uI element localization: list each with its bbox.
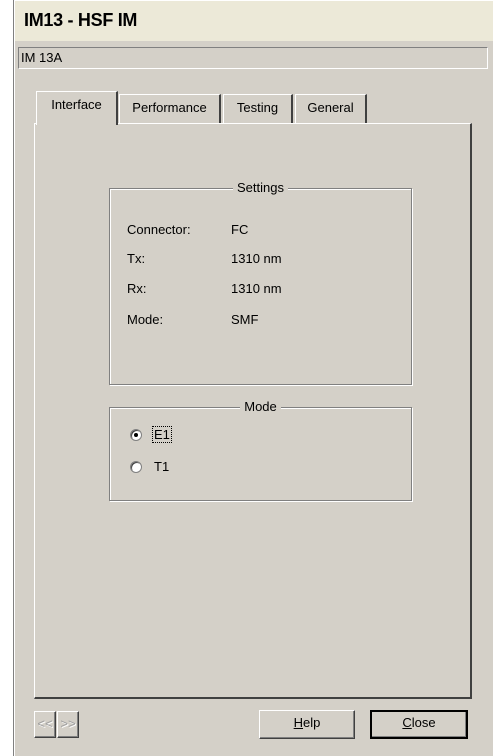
tab-testing[interactable]: Testing <box>223 94 293 123</box>
radio-selected-dot <box>134 433 138 437</box>
radio-e1[interactable]: E1 <box>130 426 190 446</box>
tab-interface[interactable]: Interface <box>36 91 118 125</box>
radio-t1-label: T1 <box>154 459 170 474</box>
radio-t1[interactable]: T1 <box>130 458 190 478</box>
tab-performance-label: Performance <box>132 100 207 115</box>
tab-general-label: General <box>307 100 354 115</box>
close-button[interactable]: Close <box>370 710 468 739</box>
tab-testing-label: Testing <box>236 100 279 115</box>
interface-tab-panel: Settings Connector: FC Tx: 1310 nm Rx: 1… <box>34 123 472 699</box>
tab-interface-label: Interface <box>51 97 102 112</box>
device-name-text: IM 13A <box>21 50 63 65</box>
settings-group-title: Settings <box>110 180 411 195</box>
next-button[interactable]: >> <box>57 711 79 738</box>
dialog-window: IM13 - HSF IM IM 13A Interface Performan… <box>14 0 493 756</box>
help-button[interactable]: Help <box>259 710 355 739</box>
tx-value: 1310 nm <box>231 251 282 266</box>
settings-groupbox: Settings Connector: FC Tx: 1310 nm Rx: 1… <box>109 180 412 385</box>
mode-label: Mode: <box>127 312 164 327</box>
previous-button[interactable]: << <box>34 711 56 738</box>
tab-performance[interactable]: Performance <box>119 94 221 123</box>
rx-label: Rx: <box>127 281 147 296</box>
connector-value: FC <box>231 222 249 237</box>
radio-e1-button[interactable] <box>130 429 142 441</box>
mode-value: SMF <box>231 312 259 327</box>
radio-t1-button[interactable] <box>130 461 142 473</box>
tab-general[interactable]: General <box>295 94 367 123</box>
device-name-field: IM 13A <box>18 47 488 69</box>
close-mnemonic: C <box>402 715 412 730</box>
tx-label: Tx: <box>127 251 146 266</box>
mode-groupbox: Mode E1 T1 <box>109 399 412 501</box>
mode-group-title: Mode <box>110 399 411 414</box>
close-label-rest: lose <box>411 715 436 730</box>
help-label-rest: elp <box>303 715 321 730</box>
radio-e1-label: E1 <box>152 426 172 443</box>
title-bar: IM13 - HSF IM <box>15 1 493 41</box>
window-title: IM13 - HSF IM <box>24 10 138 30</box>
rx-value: 1310 nm <box>231 281 282 296</box>
help-mnemonic: H <box>293 715 304 730</box>
connector-label: Connector: <box>127 222 191 237</box>
